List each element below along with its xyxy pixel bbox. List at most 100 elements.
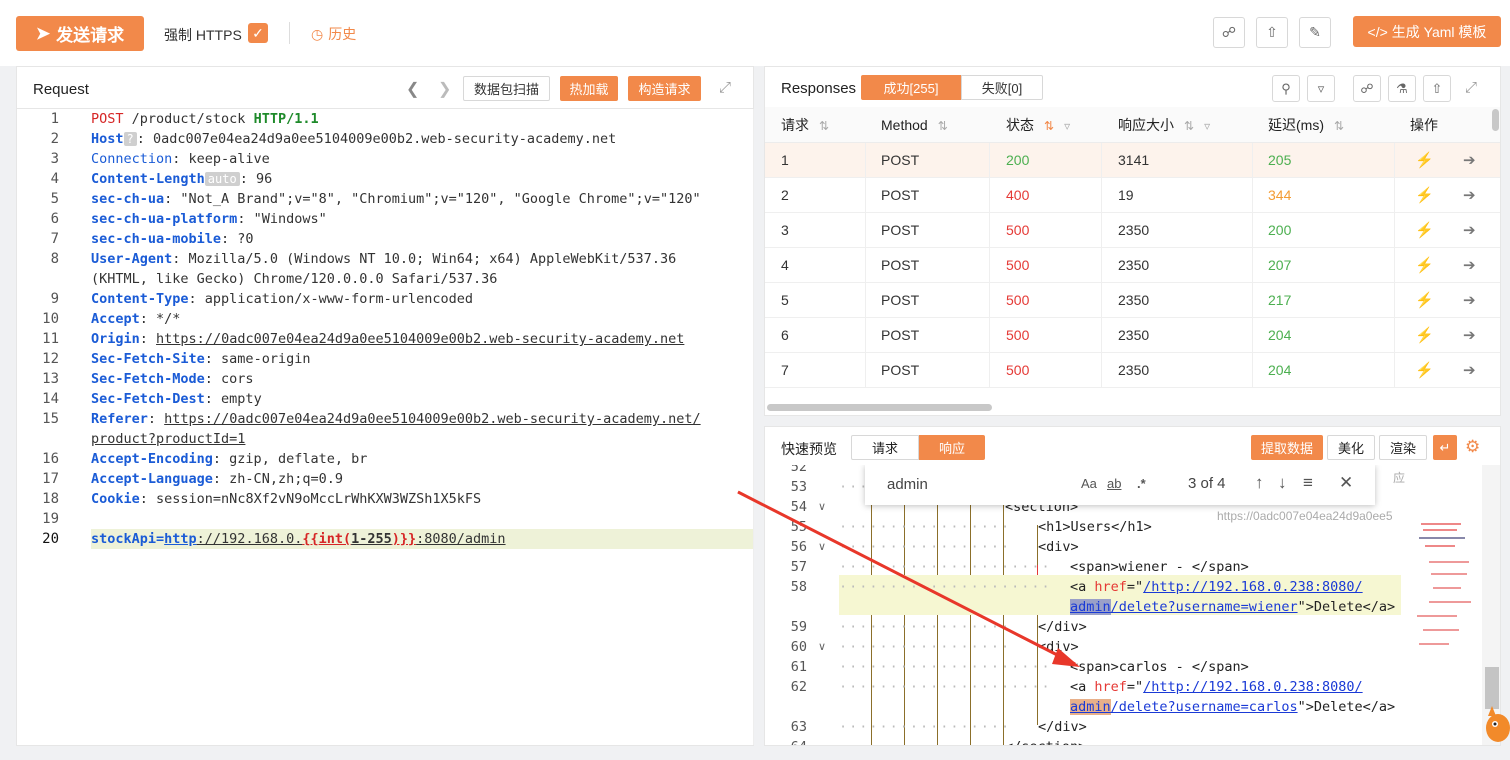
replay-bolt-icon[interactable]: ⚡ <box>1415 178 1434 213</box>
referer-link-continued[interactable]: product?productId=1 <box>91 429 245 449</box>
arrow-down-icon[interactable]: ↓ <box>1278 473 1287 493</box>
origin-link[interactable]: https://0adc007e04ea24d9a0ee5104009e00b2… <box>156 331 684 347</box>
share-icon[interactable]: ☍ <box>1213 17 1245 48</box>
tab-response[interactable]: 响应 <box>919 435 985 460</box>
table-row[interactable]: 4 POST 500 2350 207 ⚡ ➔ <box>765 248 1500 283</box>
replay-bolt-icon[interactable]: ⚡ <box>1415 283 1434 318</box>
flask-icon[interactable]: ⚗ <box>1388 75 1416 102</box>
extract-data-button[interactable]: 提取数据 <box>1251 435 1323 460</box>
find-input[interactable] <box>887 469 1087 499</box>
fold-chevron-icon[interactable]: ∨ <box>818 637 826 657</box>
packet-scan-button[interactable]: 数据包扫描 <box>463 76 550 101</box>
hover-hint-char: 应 <box>1393 471 1406 485</box>
filter-icon[interactable]: ▿ <box>1307 75 1335 102</box>
line-number: 62 <box>790 679 807 695</box>
match-case-toggle[interactable]: Aa <box>1081 476 1097 491</box>
expand-icon[interactable]: ⤢ <box>719 79 731 96</box>
column-divider <box>1394 318 1395 353</box>
request-scrollbar[interactable] <box>753 109 754 745</box>
open-detail-icon[interactable]: ➔ <box>1463 283 1476 318</box>
delete-link-url[interactable]: /delete?username=wiener <box>1111 599 1298 615</box>
replay-bolt-icon[interactable]: ⚡ <box>1415 143 1434 178</box>
header-key: Cookie <box>91 491 140 507</box>
upload-icon[interactable]: ⇧ <box>1256 17 1288 48</box>
replay-bolt-icon[interactable]: ⚡ <box>1415 353 1434 388</box>
history-button[interactable]: ◷ 历史 <box>311 24 356 44</box>
column-header-id[interactable]: 请求 ⇅ <box>781 107 830 143</box>
delete-link-url[interactable]: /http://192.168.0.238:8080/ <box>1143 679 1362 695</box>
replay-bolt-icon[interactable]: ⚡ <box>1415 248 1434 283</box>
html-tag: </div> <box>1038 719 1087 735</box>
word-wrap-button[interactable]: ↵ <box>1433 435 1457 460</box>
generate-yaml-button[interactable]: </> 生成 Yaml 模板 <box>1353 16 1501 47</box>
html-tag: <div> <box>1038 539 1079 555</box>
delete-link-url[interactable]: /delete?username=carlos <box>1111 699 1298 715</box>
header-key: Sec-Fetch-Mode <box>91 371 205 387</box>
fold-chevron-icon[interactable]: ∨ <box>818 497 826 517</box>
chevron-left-icon[interactable]: ❮ <box>406 79 419 99</box>
tab-success[interactable]: 成功[255] <box>861 75 961 100</box>
column-header-size[interactable]: 响应大小 ⇅ ▿ <box>1118 107 1211 143</box>
build-request-button[interactable]: 构造请求 <box>628 76 701 101</box>
column-divider <box>1252 213 1253 248</box>
open-detail-icon[interactable]: ➔ <box>1463 143 1476 178</box>
line-number: 64 <box>765 737 807 745</box>
chevron-right-icon[interactable]: ❯ <box>438 79 451 99</box>
request-editor[interactable]: 1 POST /product/stock HTTP/1.1 2 Host?: … <box>17 109 753 745</box>
tab-failed[interactable]: 失败[0] <box>961 75 1043 100</box>
link-icon[interactable]: ☍ <box>1353 75 1381 102</box>
host-hint-badge[interactable]: ? <box>123 132 137 146</box>
table-horizontal-scrollbar[interactable] <box>767 404 992 411</box>
cell-id: 5 <box>781 292 789 308</box>
table-row[interactable]: 5 POST 500 2350 217 ⚡ ➔ <box>765 283 1500 318</box>
open-detail-icon[interactable]: ➔ <box>1463 248 1476 283</box>
fold-chevron-icon[interactable]: ∨ <box>818 537 826 557</box>
table-vertical-scrollbar[interactable] <box>1492 109 1499 131</box>
table-row[interactable]: 7 POST 500 2350 204 ⚡ ➔ <box>765 353 1500 388</box>
whole-word-toggle[interactable]: ab <box>1107 476 1121 491</box>
expand-icon[interactable]: ⤢ <box>1465 79 1477 96</box>
table-row[interactable]: 3 POST 500 2350 200 ⚡ ➔ <box>765 213 1500 248</box>
response-editor[interactable]: 52 53············ 54∨<section> 55·······… <box>765 465 1481 745</box>
arrow-up-icon[interactable]: ↑ <box>1255 473 1264 493</box>
open-detail-icon[interactable]: ➔ <box>1463 213 1476 248</box>
referer-link[interactable]: https://0adc007e04ea24d9a0ee5104009e00b2… <box>164 411 700 427</box>
upload-icon[interactable]: ⇧ <box>1423 75 1451 102</box>
column-header-method[interactable]: Method ⇅ <box>881 107 948 143</box>
open-detail-icon[interactable]: ➔ <box>1463 178 1476 213</box>
send-request-button[interactable]: ➤ 发送请求 <box>16 16 144 51</box>
table-row[interactable]: 1 POST 200 3141 205 ⚡ ➔ <box>765 143 1500 178</box>
find-in-selection-icon[interactable]: ≡ <box>1303 473 1313 493</box>
tab-request[interactable]: 请求 <box>851 435 919 460</box>
header-value: : */* <box>139 311 181 327</box>
replay-bolt-icon[interactable]: ⚡ <box>1415 213 1434 248</box>
delete-link-url[interactable]: /http://192.168.0.238:8080/ <box>1143 579 1362 595</box>
line-number: 58 <box>790 579 807 595</box>
whitespace-dots: ················· <box>839 539 1012 555</box>
column-divider <box>1101 178 1102 213</box>
column-header-latency[interactable]: 延迟(ms) ⇅ <box>1268 107 1345 143</box>
column-divider <box>1101 318 1102 353</box>
auto-badge[interactable]: auto <box>204 172 240 186</box>
close-icon[interactable]: ✕ <box>1339 473 1353 493</box>
request-title: Request <box>33 81 89 98</box>
regex-toggle[interactable]: .* <box>1137 476 1146 491</box>
settings-icon[interactable]: ⚙ <box>1465 437 1480 457</box>
wrap-icon: ↵ <box>1439 439 1451 455</box>
force-https-checkbox[interactable]: ✓ <box>248 23 268 43</box>
search-icon[interactable]: ⚲ <box>1272 75 1300 102</box>
edit-icon[interactable]: ✎ <box>1299 17 1331 48</box>
header-value: : session=nNc8Xf2vN9oMccLrWhKXW3WZSh1X5k… <box>139 491 482 507</box>
editor-minimap[interactable] <box>1409 503 1479 683</box>
column-header-status[interactable]: 状态 ⇅ ▿ <box>1006 107 1071 143</box>
beautify-button[interactable]: 美化 <box>1327 435 1375 460</box>
column-divider <box>1101 283 1102 318</box>
header-value: : "Not_A Brand";v="8", "Chromium";v="120… <box>164 191 701 207</box>
table-row[interactable]: 2 POST 400 19 344 ⚡ ➔ <box>765 178 1500 213</box>
open-detail-icon[interactable]: ➔ <box>1463 353 1476 388</box>
open-detail-icon[interactable]: ➔ <box>1463 318 1476 353</box>
hot-load-button[interactable]: 热加载 <box>560 76 618 101</box>
table-row[interactable]: 6 POST 500 2350 204 ⚡ ➔ <box>765 318 1500 353</box>
render-button[interactable]: 渲染 <box>1379 435 1427 460</box>
replay-bolt-icon[interactable]: ⚡ <box>1415 318 1434 353</box>
